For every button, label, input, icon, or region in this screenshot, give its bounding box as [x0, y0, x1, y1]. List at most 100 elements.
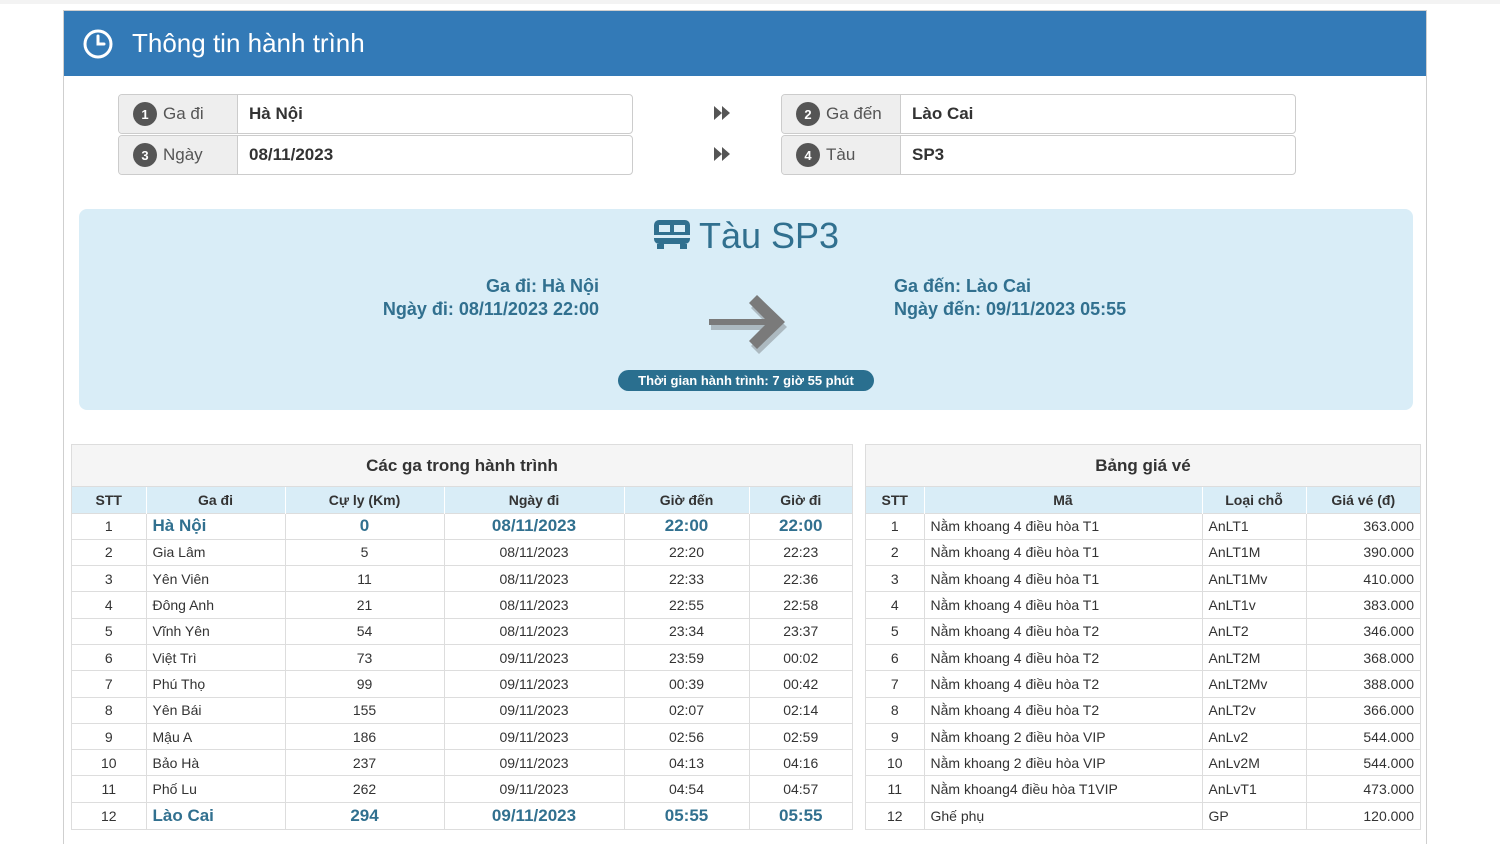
- table-cell: Lào Cai: [146, 801, 286, 829]
- table-cell: GP: [1202, 801, 1307, 829]
- prices-panel: Bảng giá vé STT Mã Loại chỗ Giá vé (đ) 1…: [865, 444, 1421, 830]
- to-value[interactable]: Lào Cai: [901, 95, 1295, 133]
- table-cell: 09/11/2023: [444, 696, 625, 724]
- stations-panel: Các ga trong hành trình STT Ga đi Cự ly …: [71, 444, 853, 830]
- table-cell: 7: [866, 670, 925, 698]
- train-title: Tàu SP3: [79, 215, 1413, 257]
- table-cell: 473.000: [1306, 775, 1420, 803]
- table-cell: Nằm khoang 4 điều hòa T2: [924, 696, 1203, 724]
- arrival-time: Ngày đến: 09/11/2023 05:55: [894, 299, 1127, 319]
- table-cell: Yên Bái: [146, 696, 286, 724]
- table-cell: Mậu A: [146, 722, 286, 750]
- table-cell: 6: [866, 643, 925, 671]
- table-cell: Hà Nội: [146, 512, 286, 540]
- table-cell: 09/11/2023: [444, 775, 625, 803]
- table-cell: 10: [72, 749, 147, 776]
- table-cell: Nằm khoang 2 điều hòa VIP: [924, 722, 1203, 750]
- table-cell: 186: [285, 722, 445, 750]
- table-row: 8 Nằm khoang 4 điều hòa T2 AnLT2v 366.000: [866, 696, 1420, 724]
- stations-header-row: STT Ga đi Cự ly (Km) Ngày đi Giờ đến Giờ…: [72, 487, 852, 513]
- table-cell: 366.000: [1306, 696, 1420, 724]
- table-row: 7 Phú Thọ 99 09/11/2023 00:39 00:42: [72, 670, 852, 698]
- table-cell: 4: [72, 591, 147, 619]
- table-cell: 346.000: [1306, 617, 1420, 645]
- table-cell: 9: [72, 722, 147, 750]
- table-row: 1 Nằm khoang 4 điều hòa T1 AnLT1 363.000: [866, 512, 1420, 540]
- table-cell: 54: [285, 617, 445, 645]
- table-cell: 3: [72, 565, 147, 592]
- step-badge: 1: [133, 102, 157, 126]
- train-value[interactable]: SP3: [901, 136, 1295, 174]
- table-row: 10 Nằm khoang 2 điều hòa VIP AnLv2M 544.000: [866, 749, 1420, 776]
- prices-title: Bảng giá vé: [866, 445, 1420, 487]
- table-cell: AnLT2Mv: [1202, 670, 1307, 698]
- departure-info: Ga đi: Hà Nội Ngày đi: 08/11/2023 22:00: [383, 275, 599, 321]
- table-cell: Nằm khoang 2 điều hòa VIP: [924, 749, 1203, 776]
- panel-header: Thông tin hành trình: [64, 11, 1426, 76]
- table-row: 7 Nằm khoang 4 điều hòa T2 AnLT2Mv 388.000: [866, 670, 1420, 698]
- table-cell: Gia Lâm: [146, 538, 286, 566]
- table-cell: 04:13: [624, 749, 750, 776]
- table-cell: 09/11/2023: [444, 749, 625, 776]
- table-cell: Yên Viên: [146, 565, 286, 592]
- step-badge: 2: [796, 102, 820, 126]
- table-cell: 08/11/2023: [444, 591, 625, 619]
- table-cell: 02:59: [749, 722, 852, 750]
- table-cell: Nằm khoang 4 điều hòa T1: [924, 538, 1203, 566]
- table-cell: 23:34: [624, 617, 750, 645]
- table-row: 11 Phố Lu 262 09/11/2023 04:54 04:57: [72, 775, 852, 803]
- table-cell: 99: [285, 670, 445, 698]
- table-row: 11 Nằm khoang4 điều hòa T1VIP AnLvT1 473.00…: [866, 775, 1420, 803]
- date-field[interactable]: 3 Ngày 08/11/2023: [118, 135, 633, 175]
- table-cell: 22:58: [749, 591, 852, 619]
- from-station-field[interactable]: 1 Ga đi Hà Nội: [118, 94, 633, 134]
- table-cell: 237: [285, 749, 445, 776]
- col-header: Cự ly (Km): [285, 487, 445, 513]
- arrival-info: Ga đến: Lào Cai Ngày đến: 09/11/2023 05:…: [894, 275, 1126, 321]
- table-cell: 10: [866, 749, 925, 776]
- step-badge: 4: [796, 143, 820, 167]
- table-cell: Nằm khoang 4 điều hòa T1: [924, 512, 1203, 540]
- table-row: 12 Ghế phụ GP 120.000: [866, 801, 1420, 829]
- table-cell: AnLv2M: [1202, 749, 1307, 776]
- top-strip: [0, 0, 1500, 4]
- col-header: Ngày đi: [444, 487, 625, 513]
- table-row: 1 Hà Nội 0 08/11/2023 22:00 22:00: [72, 512, 852, 540]
- table-cell: 04:16: [749, 749, 852, 776]
- table-cell: 09/11/2023: [444, 670, 625, 698]
- date-value[interactable]: 08/11/2023: [238, 136, 632, 174]
- table-row: 10 Bảo Hà 237 09/11/2023 04:13 04:16: [72, 749, 852, 776]
- table-row: 9 Mậu A 186 09/11/2023 02:56 02:59: [72, 722, 852, 750]
- table-cell: 544.000: [1306, 722, 1420, 750]
- table-cell: 05:55: [624, 801, 750, 829]
- date-label: Ngày: [163, 145, 203, 164]
- table-cell: 22:36: [749, 565, 852, 592]
- col-header: STT: [72, 487, 147, 513]
- table-cell: 7: [72, 670, 147, 698]
- table-cell: 294: [285, 801, 445, 829]
- table-cell: 390.000: [1306, 538, 1420, 566]
- train-field[interactable]: 4 Tàu SP3: [781, 135, 1296, 175]
- table-cell: 262: [285, 775, 445, 803]
- table-cell: 12: [72, 801, 147, 829]
- table-cell: 08/11/2023: [444, 512, 625, 540]
- to-station-field[interactable]: 2 Ga đến Lào Cai: [781, 94, 1296, 134]
- page-title: Thông tin hành trình: [132, 28, 365, 58]
- table-cell: 11: [72, 775, 147, 803]
- from-value[interactable]: Hà Nội: [238, 95, 632, 133]
- table-cell: 388.000: [1306, 670, 1420, 698]
- table-cell: AnLv2: [1202, 722, 1307, 750]
- table-cell: Nằm khoang 4 điều hòa T2: [924, 670, 1203, 698]
- table-cell: 410.000: [1306, 565, 1420, 592]
- table-cell: 08/11/2023: [444, 538, 625, 566]
- table-cell: 2: [72, 538, 147, 566]
- table-cell: Phố Lu: [146, 775, 286, 803]
- duration-badge: Thời gian hành trình: 7 giờ 55 phút: [618, 370, 874, 391]
- arrival-station: Ga đến: Lào Cai: [894, 276, 1032, 296]
- table-cell: 363.000: [1306, 512, 1420, 540]
- table-cell: 02:56: [624, 722, 750, 750]
- table-row: 6 Việt Trì 73 09/11/2023 23:59 00:02: [72, 643, 852, 671]
- journey-panel: Thông tin hành trình 1 Ga đi Hà Nội 2 Ga đ…: [63, 10, 1427, 844]
- table-cell: AnLT1: [1202, 512, 1307, 540]
- table-cell: 22:00: [624, 512, 750, 540]
